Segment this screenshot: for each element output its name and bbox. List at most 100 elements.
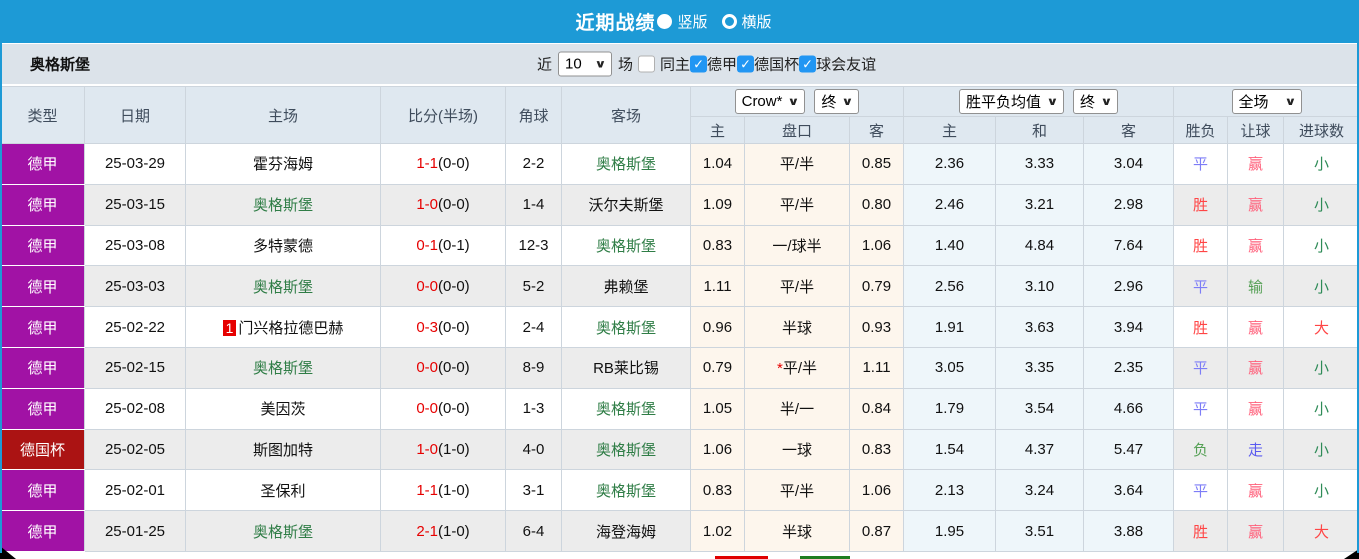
avg-draw-cell: 3.51 (995, 510, 1085, 552)
away-team-cell[interactable]: 海登海姆 (561, 510, 691, 552)
away-team-cell[interactable]: 奥格斯堡 (561, 428, 691, 471)
away-odds-cell: 1.06 (848, 469, 905, 512)
handicap-result-cell: 赢 (1227, 387, 1285, 430)
home-team-cell[interactable]: 奥格斯堡 (185, 183, 381, 226)
result-cell: 平 (1173, 346, 1229, 389)
home-odds-cell: 0.96 (690, 306, 745, 348)
home-team-cell[interactable]: 1 门兴格拉德巴赫 (185, 306, 381, 348)
corners-cell: 1-3 (505, 387, 562, 430)
odds-group-header: Crow* ∨ 终 ∨ (689, 86, 905, 117)
result-cell: 平 (1173, 265, 1229, 308)
matches-unit-label: 场 (618, 56, 634, 74)
match-row: 德国杯 25-02-05 斯图加特 1-0(1-0) 4-0 奥格斯堡 1.06 一球 0.83… (0, 428, 1359, 471)
corners-cell: 4-0 (505, 428, 562, 471)
recent-count-select[interactable]: 10 ∨ (558, 51, 613, 77)
home-team-cell[interactable]: 奥格斯堡 (185, 346, 381, 389)
home-odds-cell: 1.06 (690, 428, 745, 471)
avg-draw-cell: 4.37 (995, 428, 1085, 471)
changed-odds-star: * (776, 360, 783, 378)
average-group-header: 胜平负均值 ∨ 终 ∨ (903, 86, 1175, 117)
scope-select[interactable]: 全场 ∨ (1231, 89, 1302, 114)
score-cell: 0-1(0-1) (380, 224, 506, 267)
home-odds-cell: 0.83 (690, 224, 745, 267)
result-cell: 平 (1173, 143, 1229, 185)
away-team-cell[interactable]: 奥格斯堡 (561, 469, 691, 512)
subheader-avg-home: 主 (903, 116, 997, 144)
away-team-cell[interactable]: 弗赖堡 (561, 265, 691, 308)
away-odds-cell: 1.06 (848, 224, 905, 267)
home-team-cell[interactable]: 奥格斯堡 (185, 265, 381, 308)
horizontal-layout-label[interactable]: 横版 (742, 11, 772, 32)
goals-cell: 大 (1283, 306, 1359, 348)
avg-home-cell: 1.54 (903, 428, 997, 471)
avg-away-cell: 4.66 (1083, 387, 1175, 430)
subheader-result: 胜负 (1173, 116, 1229, 144)
handicap-cell: 半球 (744, 510, 850, 552)
same-home-checkbox[interactable] (638, 55, 656, 73)
corners-cell: 8-9 (505, 346, 562, 389)
match-date-cell: 25-03-15 (84, 183, 186, 226)
odds-time-select[interactable]: 终 ∨ (814, 89, 860, 114)
league-checkbox-friendly[interactable]: ✓ (799, 55, 817, 73)
handicap-cell: 平/半 (744, 143, 850, 185)
away-team-cell[interactable]: 沃尔夫斯堡 (561, 183, 691, 226)
league-type-cell: 德甲 (0, 306, 85, 348)
handicap-result-cell: 输 (1227, 265, 1285, 308)
league-checkbox-bundesliga[interactable]: ✓ (690, 55, 708, 73)
avg-away-cell: 2.98 (1083, 183, 1175, 226)
header-score: 比分(半场) (380, 86, 506, 144)
home-team-cell[interactable]: 圣保利 (185, 469, 381, 512)
horizontal-layout-radio[interactable] (721, 14, 737, 29)
home-odds-cell: 1.11 (690, 265, 745, 308)
rank-badge: 1 (222, 319, 237, 336)
match-row: 德甲 25-01-25 奥格斯堡 2-1(1-0) 6-4 海登海姆 1.02 半球 0.87 1… (0, 510, 1359, 552)
avg-home-cell: 1.79 (903, 387, 997, 430)
score-cell: 1-0(0-0) (380, 183, 506, 226)
subheader-avg-away: 客 (1083, 116, 1175, 144)
league-type-cell: 德甲 (0, 387, 85, 430)
avg-away-cell: 3.04 (1083, 143, 1175, 185)
odds-company-select[interactable]: Crow* ∨ (734, 89, 806, 114)
avg-draw-cell: 4.84 (995, 224, 1085, 267)
away-team-cell[interactable]: 奥格斯堡 (561, 224, 691, 267)
avg-away-cell: 3.88 (1083, 510, 1175, 552)
score-cell: 2-1(1-0) (380, 510, 506, 552)
match-row: 德甲 25-03-15 奥格斯堡 1-0(0-0) 1-4 沃尔夫斯堡 1.09 平/半 0.8… (0, 183, 1359, 226)
handicap-cell: 半/一 (744, 387, 850, 430)
home-team-cell[interactable]: 斯图加特 (185, 428, 381, 471)
match-date-cell: 25-02-01 (84, 469, 186, 512)
home-team-cell[interactable]: 多特蒙德 (185, 224, 381, 267)
score-cell: 1-0(1-0) (380, 428, 506, 471)
title-bar: 近期战绩 竖版 横版 (0, 0, 1359, 44)
league-type-cell: 德甲 (0, 143, 85, 185)
avg-home-cell: 2.56 (903, 265, 997, 308)
filter-controls: 近 10 ∨ 场 同主 ✓ 德甲 ✓ 德国杯 ✓ 球会友谊 (537, 51, 876, 77)
header-home: 主场 (185, 86, 381, 144)
result-cell: 负 (1173, 428, 1229, 471)
away-team-cell[interactable]: 奥格斯堡 (561, 306, 691, 348)
table-header: 类型 日期 主场 比分(半场) 角球 客场 Crow* ∨ 终 ∨ 胜平负均值 … (0, 86, 1359, 144)
away-team-cell[interactable]: 奥格斯堡 (561, 387, 691, 430)
home-team-cell[interactable]: 霍芬海姆 (185, 143, 381, 185)
away-team-cell[interactable]: RB莱比锡 (561, 346, 691, 389)
avg-home-cell: 2.46 (903, 183, 997, 226)
league-checkbox-cup[interactable]: ✓ (737, 55, 755, 73)
match-date-cell: 25-02-05 (84, 428, 186, 471)
handicap-cell: 一/球半 (744, 224, 850, 267)
handicap-result-cell: 走 (1227, 428, 1285, 471)
average-type-select[interactable]: 胜平负均值 ∨ (959, 89, 1064, 114)
match-date-cell: 25-03-08 (84, 224, 186, 267)
result-cell: 平 (1173, 469, 1229, 512)
league-label-bundesliga: 德甲 (707, 56, 738, 74)
vertical-layout-label[interactable]: 竖版 (677, 11, 707, 32)
vertical-layout-radio[interactable] (657, 14, 673, 29)
away-team-cell[interactable]: 奥格斯堡 (561, 143, 691, 185)
home-team-cell[interactable]: 奥格斯堡 (185, 510, 381, 552)
avg-home-cell: 3.05 (903, 346, 997, 389)
mouse-cursor (0, 546, 16, 559)
average-time-select[interactable]: 终 ∨ (1073, 89, 1118, 114)
home-odds-cell: 1.02 (690, 510, 745, 552)
home-team-cell[interactable]: 美因茨 (185, 387, 381, 430)
avg-draw-cell: 3.24 (995, 469, 1085, 512)
match-date-cell: 25-03-03 (84, 265, 186, 308)
